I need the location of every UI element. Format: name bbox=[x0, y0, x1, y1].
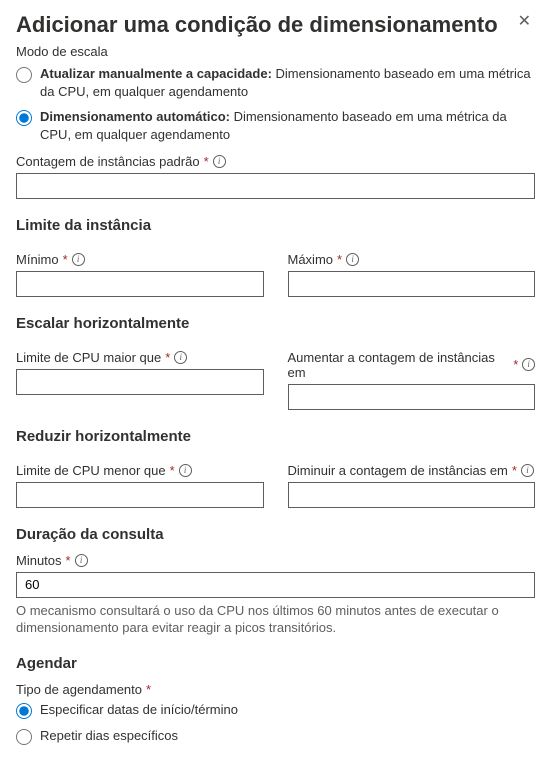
minutes-label: Minutos* i bbox=[16, 553, 535, 568]
cpu-less-label: Limite de CPU menor que* i bbox=[16, 463, 264, 478]
schedule-specify-dates-text: Especificar datas de início/término bbox=[40, 701, 238, 719]
default-count-input[interactable] bbox=[16, 173, 535, 199]
cpu-greater-input[interactable] bbox=[16, 369, 264, 395]
scale-mode-auto-text: Dimensionamento automático: Dimensioname… bbox=[40, 108, 535, 143]
default-count-label: Contagem de instâncias padrão* i bbox=[16, 154, 535, 169]
info-icon[interactable]: i bbox=[75, 554, 88, 567]
schedule-repeat-days-text: Repetir dias específicos bbox=[40, 727, 178, 745]
increase-by-label: Aumentar a contagem de instâncias em* i bbox=[288, 350, 536, 380]
info-icon[interactable]: i bbox=[521, 464, 534, 477]
page-title: Adicionar uma condição de dimensionament… bbox=[16, 12, 498, 38]
instance-limit-heading: Limite da instância bbox=[16, 217, 535, 234]
info-icon[interactable]: i bbox=[174, 351, 187, 364]
cpu-greater-label: Limite de CPU maior que* i bbox=[16, 350, 264, 365]
schedule-specify-dates-radio[interactable] bbox=[16, 703, 32, 719]
scale-out-heading: Escalar horizontalmente bbox=[16, 315, 535, 332]
info-icon[interactable]: i bbox=[346, 253, 359, 266]
scale-mode-manual-text: Atualizar manualmente a capacidade: Dime… bbox=[40, 65, 535, 100]
schedule-repeat-days-radio[interactable] bbox=[16, 729, 32, 745]
scale-mode-label: Modo de escala bbox=[16, 44, 535, 59]
info-icon[interactable]: i bbox=[179, 464, 192, 477]
cpu-less-input[interactable] bbox=[16, 482, 264, 508]
schedule-specify-dates[interactable]: Especificar datas de início/término bbox=[16, 701, 535, 719]
minutes-input[interactable] bbox=[16, 572, 535, 598]
increase-by-input[interactable] bbox=[288, 384, 536, 410]
scale-mode-auto-radio[interactable] bbox=[16, 110, 32, 126]
scale-mode-manual[interactable]: Atualizar manualmente a capacidade: Dime… bbox=[16, 65, 535, 100]
schedule-type-label: Tipo de agendamento* bbox=[16, 682, 535, 697]
scale-mode-auto[interactable]: Dimensionamento automático: Dimensioname… bbox=[16, 108, 535, 143]
info-icon[interactable]: i bbox=[213, 155, 226, 168]
schedule-heading: Agendar bbox=[16, 655, 535, 672]
decrease-by-label: Diminuir a contagem de instâncias em* i bbox=[288, 463, 536, 478]
info-icon[interactable]: i bbox=[522, 358, 535, 371]
max-input[interactable] bbox=[288, 271, 536, 297]
schedule-repeat-days[interactable]: Repetir dias específicos bbox=[16, 727, 535, 745]
close-icon[interactable]: ✕ bbox=[514, 12, 535, 32]
decrease-by-input[interactable] bbox=[288, 482, 536, 508]
scale-mode-manual-radio[interactable] bbox=[16, 67, 32, 83]
query-duration-heading: Duração da consulta bbox=[16, 526, 535, 543]
min-input[interactable] bbox=[16, 271, 264, 297]
max-label: Máximo* i bbox=[288, 252, 536, 267]
min-label: Mínimo* i bbox=[16, 252, 264, 267]
scale-in-heading: Reduzir horizontalmente bbox=[16, 428, 535, 445]
info-icon[interactable]: i bbox=[72, 253, 85, 266]
query-duration-help: O mecanismo consultará o uso da CPU nos … bbox=[16, 602, 535, 637]
